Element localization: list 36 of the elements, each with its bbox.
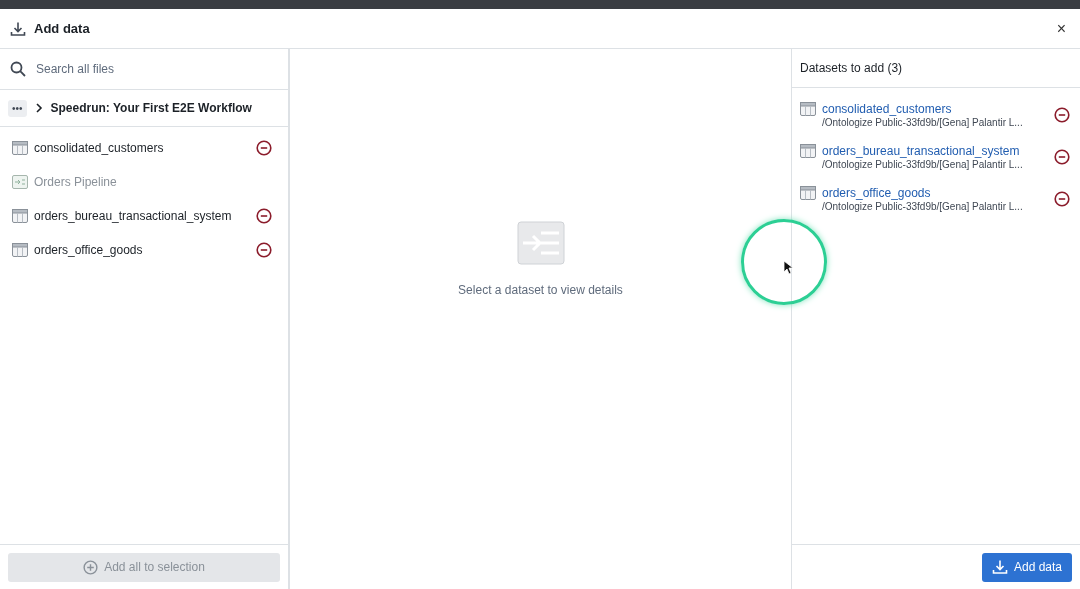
remove-icon[interactable] [1054, 107, 1070, 123]
search-field[interactable]: Search all files [34, 61, 278, 77]
folder-breadcrumb[interactable]: Speedrun: Your First E2E Workflow [50, 101, 252, 115]
dialog-title: Add data [34, 21, 91, 36]
table-icon [12, 243, 28, 257]
cursor-icon [783, 260, 793, 275]
panel-title: Datasets to add (3) [800, 61, 903, 75]
download-icon [991, 559, 1008, 575]
search-icon [10, 61, 26, 77]
import-icon [516, 221, 565, 265]
file-item[interactable]: consolidated_customers [34, 141, 250, 155]
remove-icon[interactable] [256, 242, 272, 258]
table-icon [800, 102, 816, 116]
file-item[interactable]: orders_bureau_transactional_system [34, 209, 250, 223]
dataset-link[interactable]: orders_office_goods [822, 186, 1048, 200]
table-icon [12, 209, 28, 223]
dataset-path: /Ontologize Public-33fd9b/[Gena] Palantir L... [822, 117, 1024, 128]
add-data-button[interactable]: Add data [981, 552, 1072, 582]
table-icon [12, 141, 28, 155]
dataset-path: /Ontologize Public-33fd9b/[Gena] Palantir L... [822, 201, 1024, 212]
more-button[interactable]: ••• [8, 99, 27, 117]
table-icon [800, 144, 816, 158]
file-item[interactable]: orders_office_goods [34, 243, 250, 257]
remove-icon[interactable] [1054, 191, 1070, 207]
pipeline-icon [12, 175, 28, 189]
plus-circle-icon [83, 559, 99, 575]
download-icon [10, 20, 26, 37]
remove-icon[interactable] [256, 208, 272, 224]
table-icon [800, 186, 816, 200]
remove-icon[interactable] [1054, 149, 1070, 165]
remove-icon[interactable] [256, 140, 272, 156]
dataset-path: /Ontologize Public-33fd9b/[Gena] Palantir L... [822, 159, 1024, 170]
dataset-link[interactable]: consolidated_customers [822, 102, 1048, 116]
chevron-right-icon [34, 103, 43, 113]
dataset-link[interactable]: orders_bureau_transactional_system [822, 144, 1048, 158]
empty-state-text: Select a dataset to view details [458, 283, 623, 297]
